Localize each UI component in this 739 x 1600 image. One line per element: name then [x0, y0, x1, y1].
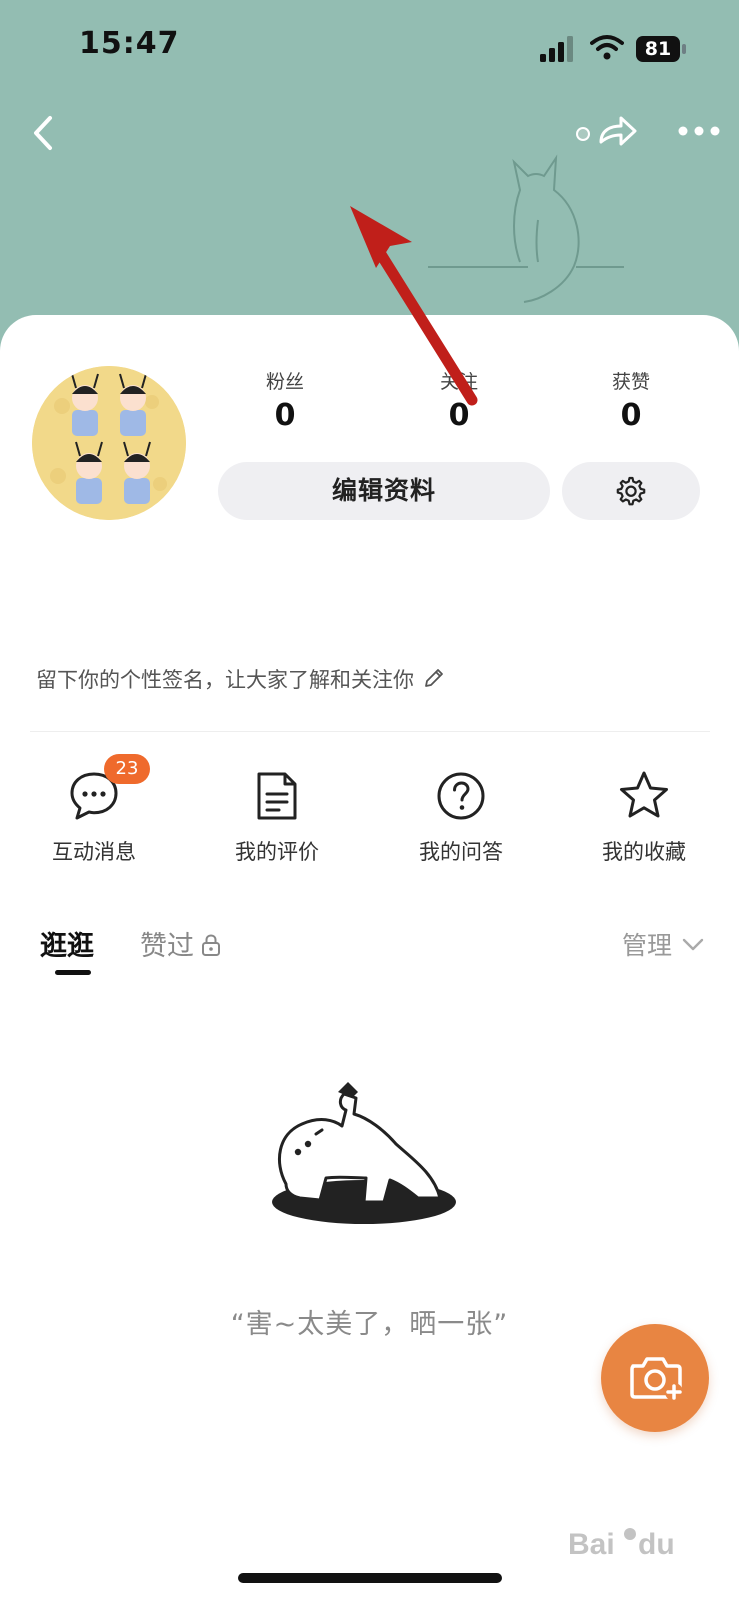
quick-action-icon-wrap: 23	[66, 754, 150, 824]
gear-icon	[616, 476, 646, 506]
battery-indicator: 81	[636, 36, 688, 62]
tab-browse[interactable]: 逛逛	[40, 924, 94, 963]
stat-fans[interactable]: 粉丝 0	[225, 368, 345, 436]
tab-liked[interactable]: 赞过	[140, 924, 222, 963]
quick-action-favorites[interactable]: 我的收藏	[579, 768, 709, 866]
quick-action-icon-wrap	[249, 768, 305, 824]
share-icon[interactable]	[575, 112, 639, 152]
divider	[30, 731, 710, 732]
pencil-icon	[425, 669, 443, 687]
camera-plus-icon	[630, 1357, 683, 1401]
stat-label: 关注	[439, 371, 478, 393]
battery-level: 81	[636, 36, 680, 62]
quick-action-reviews[interactable]: 我的评价	[212, 768, 342, 866]
edit-profile-button[interactable]: 编辑资料	[218, 462, 550, 520]
quick-action-qa[interactable]: 我的问答	[396, 768, 526, 866]
manage-dropdown[interactable]: 管理	[622, 926, 704, 962]
quick-action-label: 我的评价	[235, 840, 319, 864]
question-icon	[437, 772, 485, 820]
active-tab-indicator	[55, 970, 91, 975]
avatar[interactable]	[32, 366, 186, 520]
quick-action-messages[interactable]: 23 互动消息	[29, 754, 159, 866]
stat-likes[interactable]: 获赞 0	[571, 368, 691, 436]
back-arrow-icon[interactable]	[28, 110, 58, 156]
quick-action-label: 我的问答	[419, 840, 503, 864]
camera-post-button[interactable]	[601, 1324, 709, 1432]
quick-action-label: 我的收藏	[602, 840, 686, 864]
stat-value: 0	[274, 398, 296, 433]
settings-button[interactable]	[562, 462, 700, 520]
wifi-icon	[590, 35, 624, 60]
signature-text: 留下你的个性签名，让大家了解和关注你	[36, 668, 414, 692]
tab-liked-label: 赞过	[140, 931, 194, 962]
baidu-watermark-logo: Bai du	[568, 1528, 675, 1561]
battery-cap	[682, 44, 686, 54]
status-time: 15:47	[79, 26, 180, 61]
avatar-illustration	[32, 366, 186, 520]
document-icon	[257, 772, 297, 820]
quick-action-icon-wrap	[433, 768, 489, 824]
chevron-down-icon	[682, 938, 704, 951]
quick-action-icon-wrap	[616, 768, 672, 824]
manage-label: 管理	[622, 931, 673, 960]
empty-state-illustration	[272, 1082, 456, 1224]
stat-label: 粉丝	[265, 371, 304, 393]
svg-text:du: du	[638, 1528, 675, 1561]
more-options-icon[interactable]	[676, 116, 722, 146]
lock-icon	[202, 934, 220, 956]
svg-text:Bai: Bai	[568, 1528, 615, 1561]
stat-following[interactable]: 关注 0	[399, 368, 519, 436]
signature-prompt[interactable]: 留下你的个性签名，让大家了解和关注你	[36, 664, 446, 694]
stat-value: 0	[448, 398, 470, 433]
stat-value: 0	[620, 398, 642, 433]
quick-action-label: 互动消息	[52, 840, 136, 864]
cellular-signal-icon	[540, 36, 573, 62]
status-bar: 15:47 81	[0, 0, 739, 92]
stat-label: 获赞	[611, 371, 650, 393]
unread-badge: 23	[104, 754, 150, 784]
star-icon	[620, 771, 668, 818]
home-indicator	[238, 1573, 502, 1583]
cat-illustration	[428, 154, 624, 303]
